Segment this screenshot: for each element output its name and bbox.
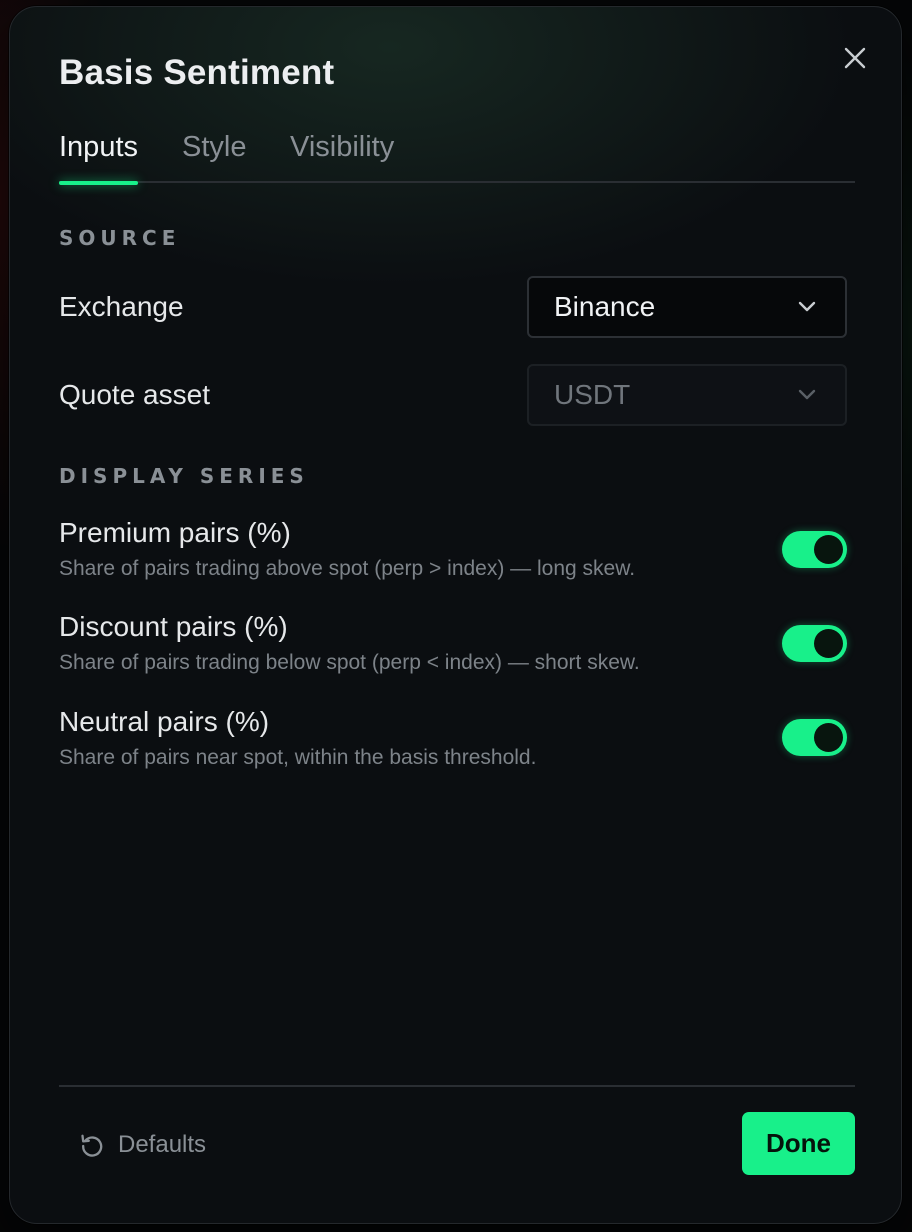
reset-icon [81,1134,103,1157]
section-heading-display-series: DISPLAY SERIES [59,464,309,488]
exchange-select-value: Binance [554,291,656,322]
defaults-button[interactable]: Defaults [78,1127,206,1163]
footer-divider [59,1085,855,1087]
tab-style[interactable]: Style [182,131,246,181]
toggle-knob [814,723,843,752]
toggle-knob [814,535,843,564]
series-title-discount: Discount pairs (%) [59,611,288,642]
defaults-label: Defaults [118,1131,207,1158]
toggle-discount-pairs[interactable] [782,625,847,662]
close-icon [844,47,866,69]
series-description-neutral: Share of pairs near spot, within the bas… [59,746,537,769]
tab-visibility[interactable]: Visibility [290,131,394,181]
quote-asset-select: USDT [527,364,847,426]
dialog-title: Basis Sentiment [59,53,335,92]
quote-asset-label: Quote asset [59,379,210,410]
chevron-down-icon [798,389,816,400]
tab-bar: Inputs Style Visibility [59,125,855,185]
series-description-discount: Share of pairs trading below spot (perp … [59,651,640,674]
settings-dialog: Basis Sentiment Inputs Style Visibility … [9,6,902,1224]
series-title-neutral: Neutral pairs (%) [59,706,270,737]
section-heading-source: SOURCE [59,226,181,250]
toggle-premium-pairs[interactable] [782,531,847,568]
toggle-neutral-pairs[interactable] [782,719,847,756]
exchange-select[interactable]: Binance [527,276,847,338]
exchange-label: Exchange [59,291,184,322]
close-button[interactable] [838,41,872,75]
quote-asset-select-value: USDT [554,379,631,410]
series-title-premium: Premium pairs (%) [59,517,291,548]
toggle-knob [814,629,843,658]
done-button[interactable]: Done [742,1112,855,1175]
tab-inputs[interactable]: Inputs [59,131,138,185]
chevron-down-icon [798,301,816,312]
series-description-premium: Share of pairs trading above spot (perp … [59,557,636,580]
